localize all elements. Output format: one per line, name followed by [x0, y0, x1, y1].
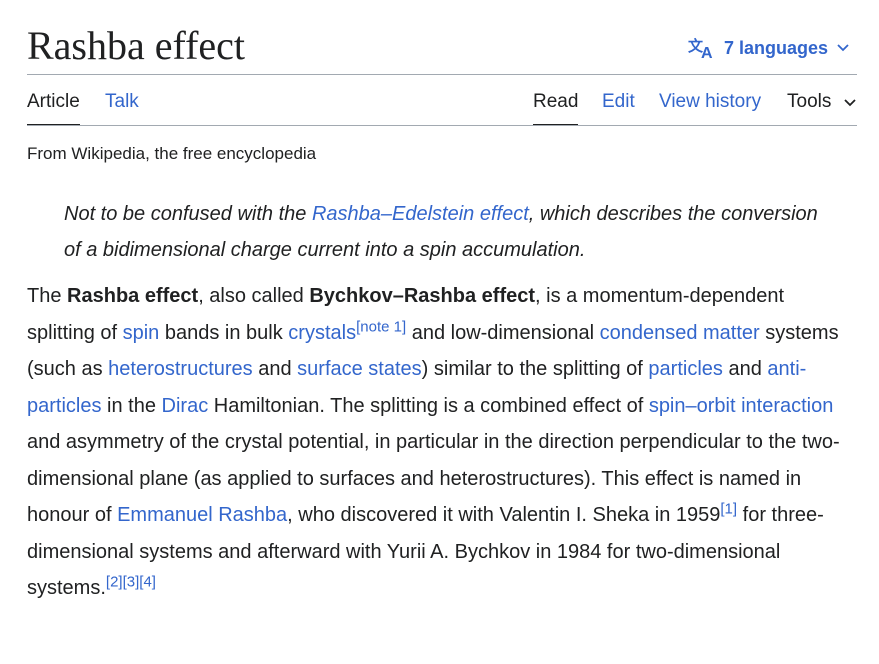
link-crystals[interactable]: crystals — [288, 322, 356, 344]
page-tabs: Article Talk Read Edit View history Tool… — [27, 88, 857, 126]
link-particles[interactable]: particles — [648, 358, 722, 380]
link-spin[interactable]: spin — [123, 322, 160, 344]
link-surface-states[interactable]: surface states — [297, 358, 422, 380]
link-spin-orbit[interactable]: spin–orbit interaction — [649, 395, 834, 417]
ref-1[interactable]: [1] — [720, 500, 737, 517]
chevron-down-icon — [837, 44, 849, 52]
text: and low-dimensional — [406, 321, 600, 344]
hatnote: Not to be confused with the Rashba–Edels… — [64, 196, 824, 268]
tab-view-history[interactable]: View history — [659, 88, 761, 124]
svg-text:A: A — [701, 45, 713, 59]
translate-icon: 文 A — [688, 37, 713, 59]
ref-4[interactable]: [4] — [139, 573, 156, 590]
page-title: Rashba effect — [27, 23, 246, 68]
text: , also called — [198, 285, 310, 307]
tools-label: Tools — [787, 91, 832, 112]
tab-article[interactable]: Article — [27, 88, 80, 126]
text: ) similar to the splitting of — [421, 358, 649, 380]
bold-term: Rashba effect — [67, 285, 199, 307]
tab-edit[interactable]: Edit — [602, 88, 635, 124]
bold-term: Bychkov–Rashba effect — [309, 285, 536, 307]
text: The — [27, 285, 68, 307]
title-divider — [27, 74, 857, 75]
link-heterostructures[interactable]: heterostructures — [108, 358, 253, 380]
link-emmanuel-rashba[interactable]: Emmanuel Rashba — [117, 504, 287, 526]
link-condensed-matter[interactable]: condensed matter — [600, 322, 760, 344]
link-dirac[interactable]: Dirac — [162, 395, 209, 417]
text: bands in bulk — [159, 321, 289, 344]
tab-talk[interactable]: Talk — [105, 88, 139, 124]
text: and — [252, 358, 298, 380]
language-label: 7 languages — [723, 37, 828, 58]
ref-3[interactable]: [3] — [123, 573, 140, 590]
hatnote-text: Not to be confused with the — [64, 203, 312, 225]
site-tagline: From Wikipedia, the free encyclopedia — [27, 144, 317, 163]
text: Hamiltonian. The splitting is a combined… — [208, 394, 649, 417]
tabs-divider — [27, 125, 857, 126]
language-button[interactable]: 文 A 7 languages — [688, 37, 857, 59]
ref-note-1[interactable]: [note 1] — [356, 318, 406, 335]
tools-menu[interactable]: Tools — [787, 88, 856, 124]
tab-read[interactable]: Read — [533, 88, 579, 126]
text: in the — [101, 394, 162, 417]
ref-2[interactable]: [2] — [106, 573, 123, 590]
text: and — [722, 358, 768, 380]
text: , who discovered it with Valentin I. She… — [287, 504, 721, 526]
link-rashba-edelstein[interactable]: Rashba–Edelstein effect — [312, 203, 529, 225]
chevron-down-icon — [844, 99, 856, 107]
lead-paragraph: The Rashba effect, also called Bychkov–R… — [27, 278, 857, 607]
